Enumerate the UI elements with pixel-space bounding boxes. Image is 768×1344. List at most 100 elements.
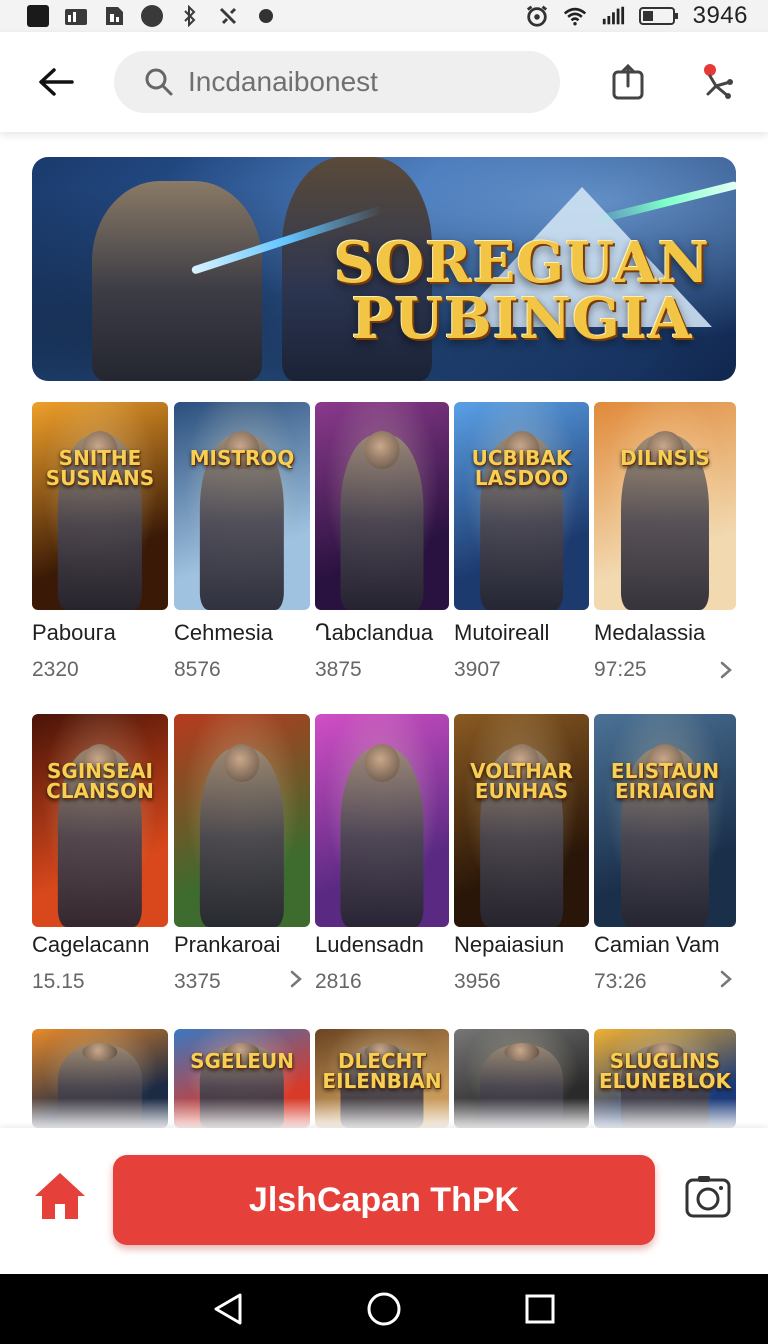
battery-icon	[638, 5, 679, 27]
top-bar	[0, 32, 768, 132]
game-card[interactable]: SNITHE SUSNANS Pabouгa 2320	[32, 402, 168, 692]
game-thumbnail[interactable]	[315, 714, 449, 927]
camera-button[interactable]	[684, 1174, 732, 1220]
back-button[interactable]	[34, 60, 78, 104]
banner-title-line1: SoreGuan	[333, 230, 710, 296]
banner-title: SoreGuan Pubingia	[334, 235, 710, 347]
banner-hero-left	[92, 181, 262, 381]
game-thumbnail[interactable]: SNITHE SUSNANS	[32, 402, 168, 610]
game-art-title: SNITHE SUSNANS	[45, 445, 155, 490]
game-row-1: SNITHE SUSNANS Pabouгa 2320 MISTROQ Cehmesia…	[32, 402, 736, 692]
game-art-title: ELISTAUN EIRIAIGN	[610, 758, 720, 803]
chevron-right-icon[interactable]	[716, 969, 736, 989]
share-icon	[612, 64, 644, 100]
filter-icon	[704, 64, 733, 99]
game-title: Ludensadn	[315, 932, 424, 957]
search-icon	[145, 68, 173, 96]
game-grid: SNITHE SUSNANS Pabouгa 2320 MISTROQ Cehmesia…	[32, 402, 736, 1128]
game-title: Prankaroai	[174, 932, 281, 957]
home-button[interactable]	[32, 1170, 88, 1222]
game-thumbnail[interactable]: SGINSEAI CLANSON	[32, 714, 168, 927]
search-input[interactable]	[188, 66, 528, 98]
chevron-right-icon[interactable]	[286, 969, 306, 989]
game-card[interactable]: Prankaroai 3375	[174, 714, 310, 1004]
chevron-right-icon[interactable]	[716, 660, 736, 680]
game-card[interactable]: Ludensadn 2816	[315, 714, 449, 1004]
nav-home-button[interactable]	[364, 1289, 404, 1329]
game-art-title: UCBIBAK LASDOO	[471, 445, 572, 490]
game-count: 15.15	[32, 970, 85, 993]
game-thumbnail[interactable]	[315, 402, 449, 610]
game-count: 3907	[454, 658, 501, 681]
game-count: 3375	[174, 970, 221, 993]
game-title: Camian Vam	[594, 932, 720, 957]
game-card[interactable]: SGINSEAI CLANSON Cagelacann 15.15	[32, 714, 168, 1004]
game-art-title: SGELEUN	[190, 1048, 294, 1073]
dot-icon	[254, 5, 278, 27]
game-thumbnail[interactable]: ELISTAUN EIRIAIGN	[594, 714, 736, 927]
game-card[interactable]: VOLTHAR EUNHAS Nepaiasiun 3956	[454, 714, 589, 1004]
nav-home-icon	[367, 1292, 401, 1326]
nfc-icon	[216, 5, 240, 27]
top-actions	[608, 62, 738, 102]
game-art-title: DILNSIS	[620, 445, 710, 470]
cell-signal-icon	[601, 5, 625, 27]
game-title: Cagelacann	[32, 932, 150, 957]
game-art-title: DLECHT EILENBIAN	[322, 1048, 442, 1093]
game-count: 8576	[174, 658, 221, 681]
game-card[interactable]: MISTROQ Cehmesia 8576	[174, 402, 310, 692]
filter-button[interactable]	[698, 62, 738, 102]
system-nav-bar	[0, 1274, 768, 1344]
game-count: 2816	[315, 970, 362, 993]
game-card[interactable]: DILNSIS Medalassia 97:25	[594, 402, 736, 692]
banner-title-line2: Pubingia	[351, 286, 693, 352]
share-button[interactable]	[608, 62, 648, 102]
game-count: 3956	[454, 970, 501, 993]
game-card[interactable]: ELISTAUN EIRIAIGN Camian Vam 73:26	[594, 714, 736, 1004]
game-art-title: MISTROQ	[189, 445, 295, 470]
content-area: SoreGuan Pubingia SNITHE SUSNANS Pabouгa 2…	[0, 132, 768, 1128]
game-title: Ղabclandua	[315, 620, 434, 645]
sim-icon	[102, 5, 126, 27]
game-card[interactable]: UCBIBAK LASDOO Mutoireall 3907	[454, 402, 589, 692]
game-thumbnail[interactable]: DILNSIS	[594, 402, 736, 610]
game-title: Mutoireall	[454, 620, 550, 645]
game-title: Pabouгa	[32, 620, 116, 645]
game-count: 3875	[315, 658, 362, 681]
search-bar[interactable]	[114, 51, 560, 113]
home-icon	[35, 1173, 85, 1219]
game-title: Medalassia	[594, 620, 706, 645]
status-icons-right: 3946	[525, 2, 748, 30]
game-count: 2320	[32, 658, 79, 681]
game-title: Cehmesia	[174, 620, 274, 645]
bluetooth-icon	[178, 5, 202, 27]
status-time: 3946	[692, 2, 748, 29]
game-card[interactable]: Ղabclandua 3875	[315, 402, 449, 692]
nav-back-button[interactable]	[208, 1289, 248, 1329]
primary-action-button[interactable]: JlshCapan ThPK	[113, 1155, 655, 1245]
app-icon	[26, 5, 50, 27]
wifi-icon	[563, 5, 587, 27]
nav-recents-button[interactable]	[520, 1289, 560, 1329]
game-thumbnail[interactable]: VOLTHAR EUNHAS	[454, 714, 589, 927]
camera-icon	[685, 1176, 731, 1218]
game-thumbnail[interactable]: UCBIBAK LASDOO	[454, 402, 589, 610]
game-art-title: SLUGLINS ELUNEBLOK	[598, 1048, 732, 1093]
blocked-icon	[140, 5, 164, 27]
nav-recents-icon	[525, 1294, 555, 1324]
alarm-icon	[525, 5, 549, 27]
signal-text-icon	[64, 5, 88, 27]
back-arrow-icon	[39, 68, 74, 96]
game-art-title: SGINSEAI CLANSON	[46, 758, 154, 803]
game-row-2: SGINSEAI CLANSON Cagelacann 15.15 Prankaroa…	[32, 714, 736, 1004]
game-art-title: VOLTHAR EUNHAS	[470, 758, 573, 803]
featured-banner[interactable]: SoreGuan Pubingia	[32, 157, 736, 381]
game-count: 73:26	[594, 970, 647, 993]
bottom-action-bar: JlshCapan ThPK	[0, 1128, 768, 1274]
status-icons-left	[26, 5, 278, 27]
game-thumbnail[interactable]: MISTROQ	[174, 402, 310, 610]
game-thumbnail[interactable]	[174, 714, 310, 927]
game-count: 97:25	[594, 658, 647, 681]
status-bar: 3946	[0, 0, 768, 32]
nav-back-icon	[214, 1293, 242, 1325]
